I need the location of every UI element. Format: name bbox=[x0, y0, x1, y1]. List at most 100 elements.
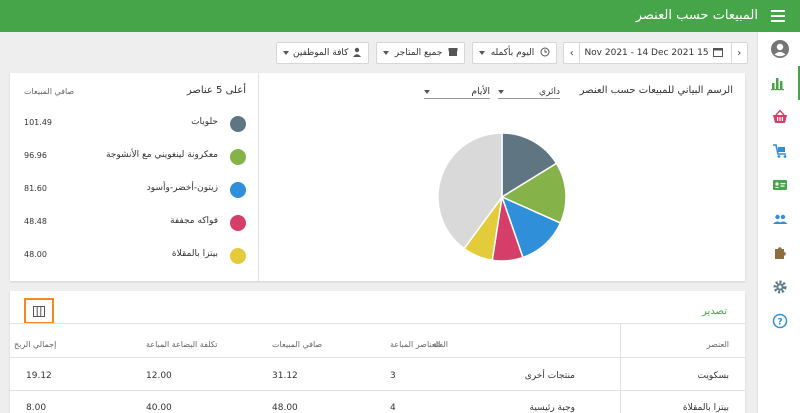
page-title: المبيعات حسب العنصر bbox=[635, 8, 758, 23]
table-top-divider bbox=[10, 323, 745, 324]
filter-bar: ‹ Nov 2021 - 14 Dec 2021 15 › اليوم بأكم… bbox=[0, 32, 757, 72]
column-settings-button[interactable] bbox=[24, 298, 54, 324]
sidebar-item-inventory[interactable] bbox=[758, 134, 800, 168]
cell-items-sold: 4 bbox=[390, 403, 396, 413]
time-filter[interactable]: اليوم بأكمله bbox=[472, 42, 557, 64]
row-divider bbox=[10, 357, 745, 358]
legend-swatch bbox=[230, 116, 246, 132]
cell-item: بيتزا بالمقلاة bbox=[682, 403, 729, 413]
cart-icon bbox=[772, 144, 786, 158]
panel-divider bbox=[258, 73, 259, 281]
pie-chart bbox=[437, 132, 567, 262]
top-item-name: حلويات bbox=[191, 117, 218, 127]
sidebar-item-reports[interactable] bbox=[758, 66, 800, 100]
chevron-down-icon bbox=[479, 51, 485, 55]
legend-swatch bbox=[230, 182, 246, 198]
employees-filter[interactable]: كافة الموظفين bbox=[276, 42, 369, 64]
sidebar-item-integrations[interactable] bbox=[758, 236, 800, 270]
date-range-picker[interactable]: ‹ Nov 2021 - 14 Dec 2021 15 › bbox=[563, 42, 748, 64]
top-item-value: 48.00 bbox=[24, 250, 47, 259]
chevron-down-icon bbox=[424, 89, 430, 94]
cell-item: بسكويت bbox=[697, 371, 730, 381]
sidebar-item-settings[interactable] bbox=[758, 270, 800, 304]
sidebar: ? bbox=[757, 32, 800, 413]
top-item-value: 48.48 bbox=[24, 217, 47, 226]
top-bar: المبيعات حسب العنصر bbox=[0, 0, 800, 32]
top-items-panel: أعلى 5 عناصر صافي المبيعات حلويات 101.49 م… bbox=[10, 73, 258, 281]
sidebar-item-employees[interactable] bbox=[758, 168, 800, 202]
chart-panel: الرسم البياني للمبيعات حسب العنصر دائري … bbox=[260, 73, 745, 281]
top-item-name: فواكه مجففة bbox=[170, 216, 218, 226]
employees-filter-label: كافة الموظفين bbox=[293, 48, 349, 58]
sidebar-item-customers[interactable] bbox=[758, 202, 800, 236]
help-icon: ? bbox=[772, 313, 787, 329]
stores-filter[interactable]: جميع المتاجر bbox=[376, 42, 465, 64]
next-period-button[interactable]: › bbox=[730, 43, 747, 63]
chevron-right-icon: › bbox=[737, 47, 742, 59]
cell-items-sold: 3 bbox=[390, 371, 396, 381]
chevron-down-icon bbox=[383, 51, 389, 55]
top-item-name: زيتون-أخضر-وأسود bbox=[146, 183, 218, 193]
top-item-row: فواكه مجففة 48.48 bbox=[10, 212, 258, 234]
puzzle-icon bbox=[774, 247, 786, 259]
cell-cogs: 12.00 bbox=[146, 371, 172, 381]
account-icon bbox=[770, 40, 789, 58]
top-item-row: زيتون-أخضر-وأسود 81.60 bbox=[10, 179, 258, 201]
col-header-cogs[interactable]: تكلفة البضاعة المباعة bbox=[146, 340, 217, 349]
col-header-gross-profit[interactable]: إجمالي الربح bbox=[14, 340, 56, 349]
top-item-value: 101.49 bbox=[24, 118, 52, 127]
top-item-row: حلويات 101.49 bbox=[10, 113, 258, 135]
id-card-icon bbox=[772, 180, 787, 190]
person-icon bbox=[352, 47, 362, 60]
gear-icon bbox=[773, 280, 786, 294]
avatar[interactable] bbox=[758, 32, 800, 66]
basket-icon bbox=[772, 109, 787, 123]
chart-type-label: دائري bbox=[538, 86, 560, 97]
stores-filter-label: جميع المتاجر bbox=[394, 48, 443, 58]
sales-chart-card: الرسم البياني للمبيعات حسب العنصر دائري … bbox=[10, 73, 745, 281]
sidebar-item-items[interactable] bbox=[758, 100, 800, 134]
chevron-down-icon bbox=[283, 51, 289, 55]
period-label: الأيام bbox=[471, 86, 490, 97]
columns-icon bbox=[33, 305, 45, 317]
sales-table-card: تصدير العنصر الفئة العناصر المباعة صافي … bbox=[10, 291, 745, 413]
cell-net-sales: 48.00 bbox=[272, 403, 298, 413]
top-item-value: 96.96 bbox=[24, 151, 47, 160]
store-icon bbox=[448, 47, 458, 60]
sidebar-item-help[interactable]: ? bbox=[758, 304, 800, 338]
clock-icon bbox=[540, 47, 550, 60]
cell-net-sales: 31.12 bbox=[272, 371, 298, 381]
export-button[interactable]: تصدير bbox=[702, 306, 727, 317]
first-column-divider bbox=[620, 323, 621, 413]
top-items-title: أعلى 5 عناصر bbox=[186, 85, 246, 96]
row-divider bbox=[10, 390, 745, 391]
cell-gross-profit: 8.00 bbox=[26, 403, 47, 413]
cell-category: وجبة رئيسية bbox=[529, 403, 575, 413]
legend-swatch bbox=[230, 149, 246, 165]
cell-gross-profit: 19.12 bbox=[26, 371, 52, 381]
net-sales-header: صافي المبيعات bbox=[24, 87, 75, 96]
chart-type-dropdown[interactable]: دائري bbox=[498, 85, 560, 99]
people-icon bbox=[772, 214, 787, 224]
legend-swatch bbox=[230, 215, 246, 231]
hamburger-menu-icon[interactable] bbox=[768, 6, 788, 26]
period-dropdown[interactable]: الأيام bbox=[424, 85, 490, 99]
chevron-down-icon bbox=[498, 89, 504, 94]
cell-cogs: 40.00 bbox=[146, 403, 172, 413]
top-item-row: معكرونة لينغويني مع الأنشوجة 96.96 bbox=[10, 146, 258, 168]
prev-period-button[interactable]: ‹ bbox=[564, 43, 581, 63]
top-item-value: 81.60 bbox=[24, 184, 47, 193]
svg-text:?: ? bbox=[777, 318, 782, 328]
col-header-items-sold[interactable]: العناصر المباعة bbox=[390, 340, 440, 349]
date-range-text: Nov 2021 - 14 Dec 2021 15 bbox=[584, 48, 709, 58]
top-item-name: بيتزا بالمقلاة bbox=[171, 249, 218, 259]
col-header-net-sales[interactable]: صافي المبيعات bbox=[272, 340, 322, 349]
col-header-item[interactable]: العنصر bbox=[707, 340, 729, 349]
chevron-left-icon: ‹ bbox=[569, 47, 574, 59]
time-filter-label: اليوم بأكمله bbox=[490, 48, 535, 58]
legend-swatch bbox=[230, 248, 246, 264]
top-item-name: معكرونة لينغويني مع الأنشوجة bbox=[105, 150, 218, 160]
cell-category: منتجات أخرى bbox=[524, 371, 575, 381]
bar-chart-icon bbox=[771, 78, 784, 91]
chart-title: الرسم البياني للمبيعات حسب العنصر bbox=[579, 85, 733, 96]
